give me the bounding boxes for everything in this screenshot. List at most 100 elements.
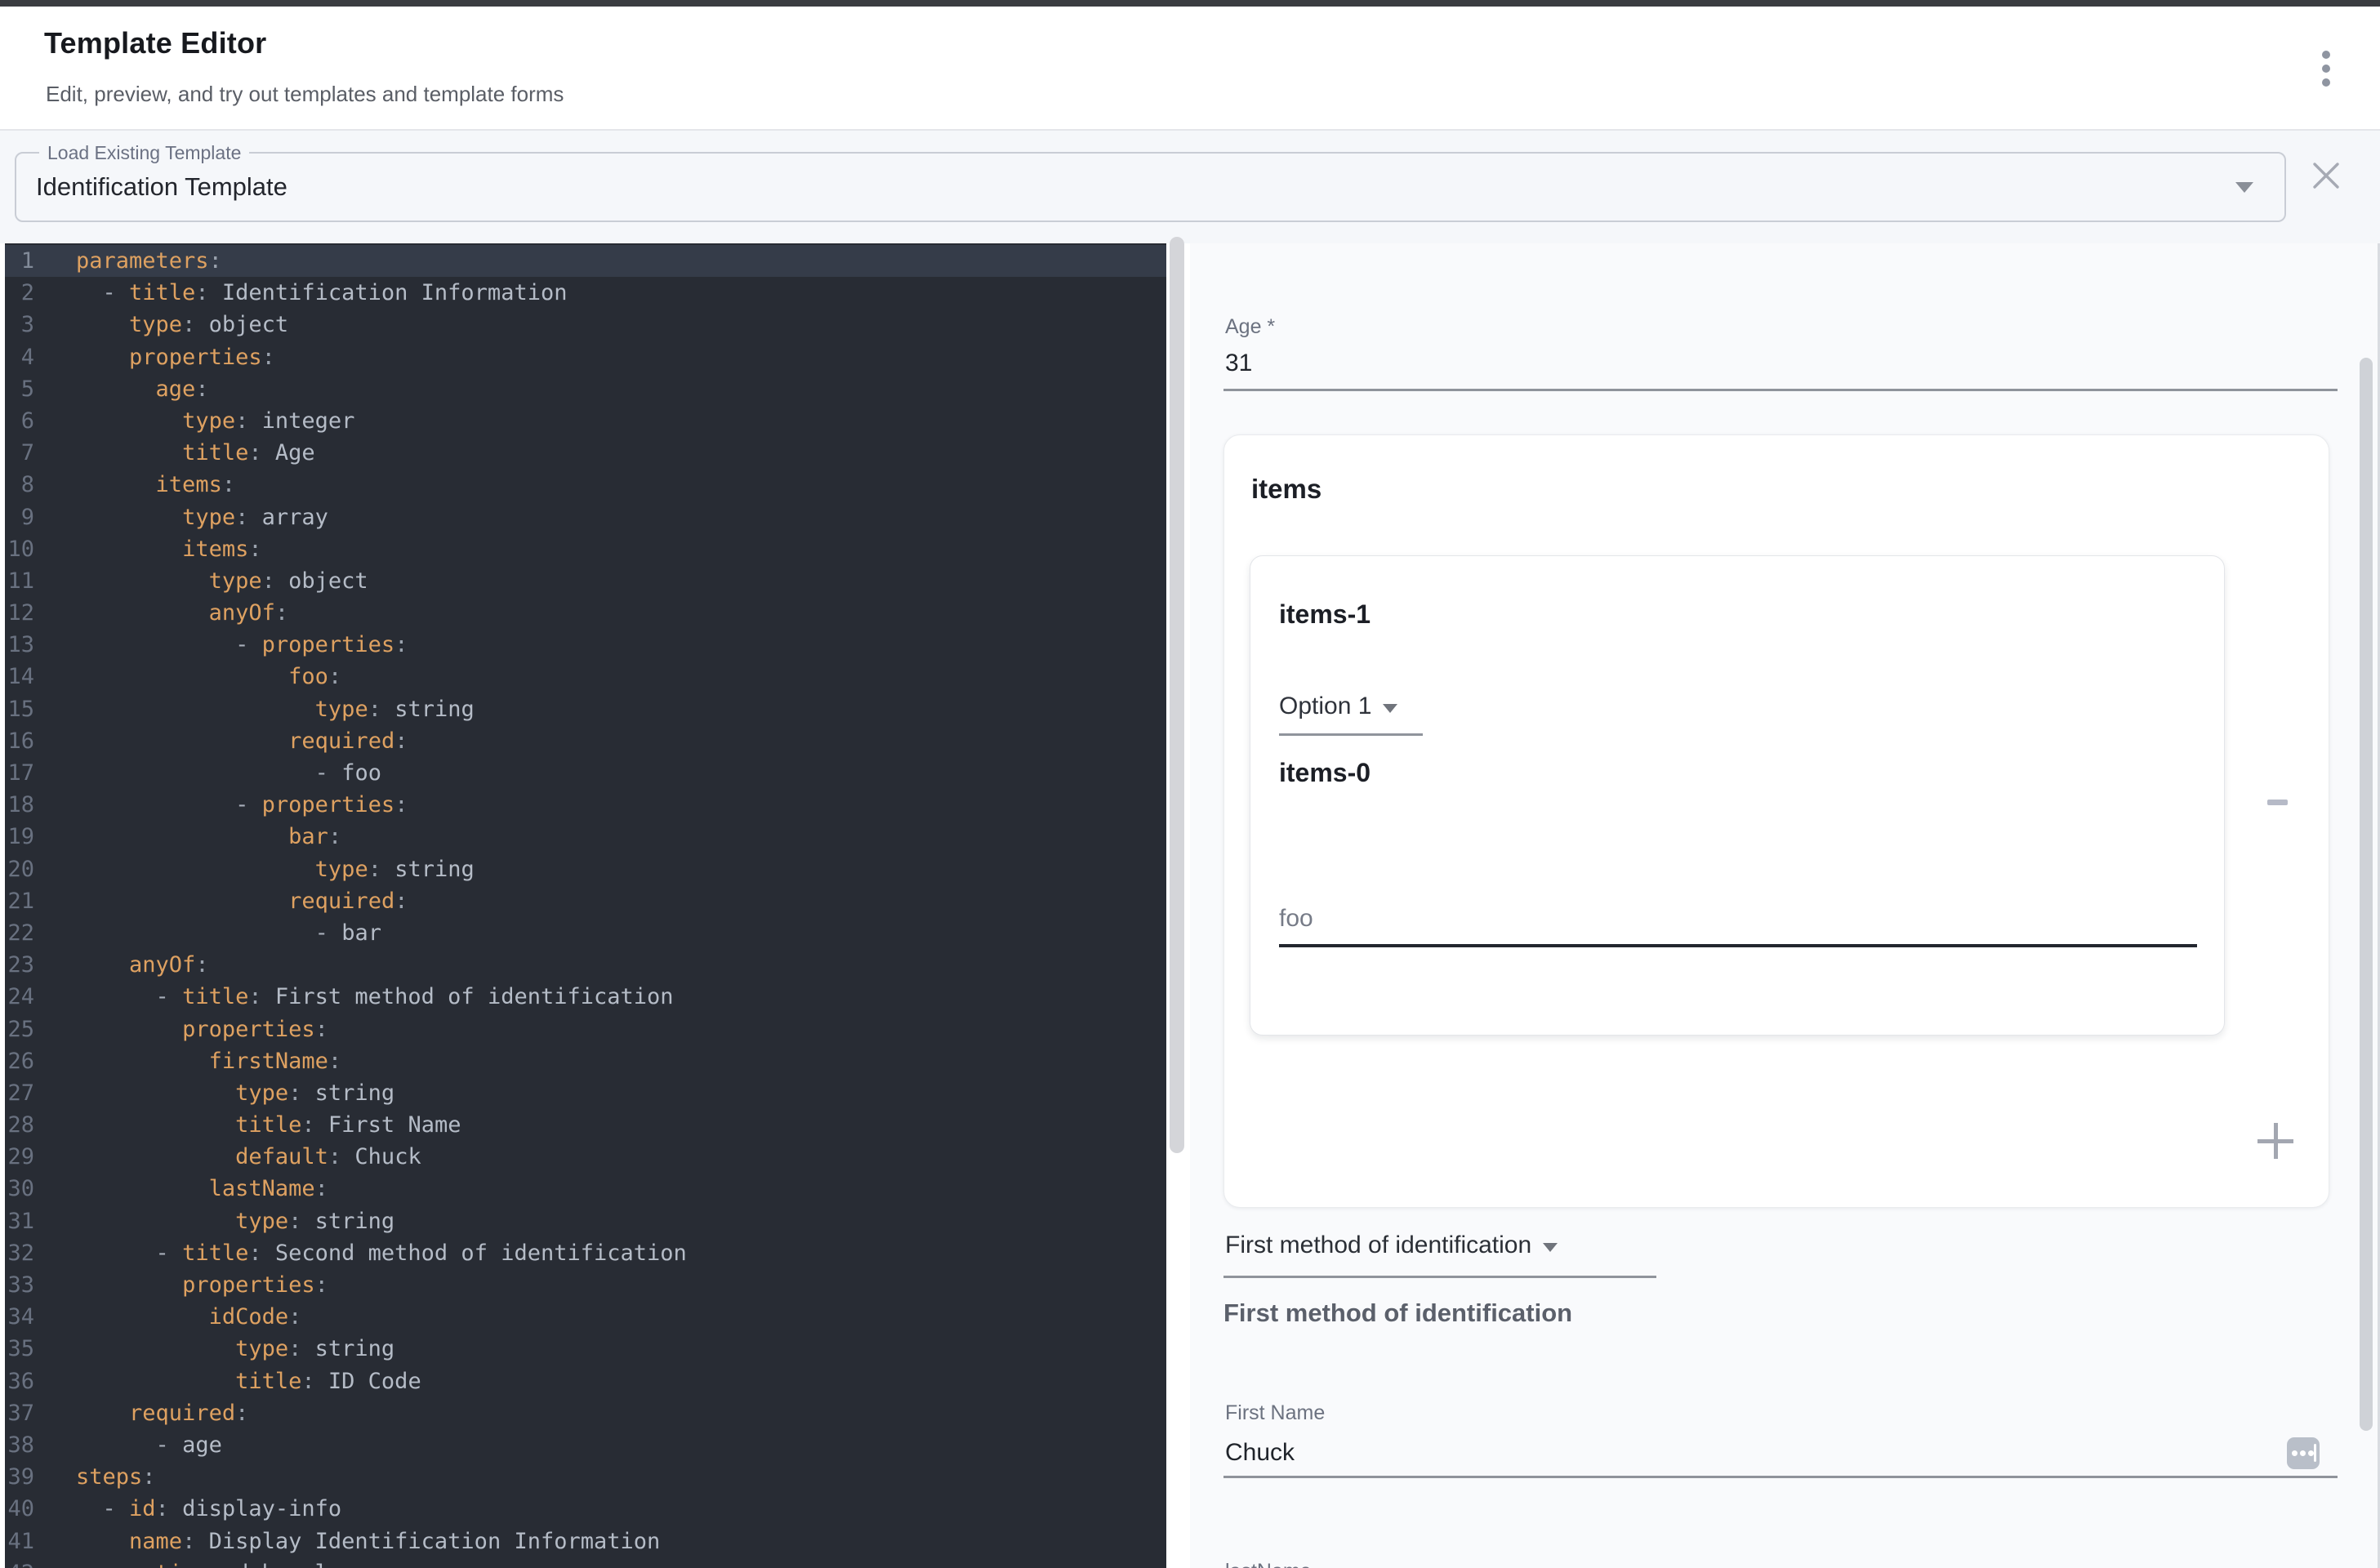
items-entry-card <box>1250 555 2225 1036</box>
code-line-text: - bar <box>51 917 381 949</box>
line-number: 23 <box>5 949 51 981</box>
add-item-button[interactable] <box>2257 1123 2293 1159</box>
code-line[interactable]: 22- bar <box>5 917 1166 949</box>
code-line-text: - title: First method of identification <box>51 981 674 1013</box>
line-number: 19 <box>5 821 51 853</box>
line-number: 18 <box>5 789 51 821</box>
autofill-dot <box>2292 1450 2298 1456</box>
code-line[interactable]: 37required: <box>5 1397 1166 1429</box>
code-line[interactable]: 21required: <box>5 885 1166 917</box>
code-line-text: items: <box>51 469 235 501</box>
line-number: 25 <box>5 1013 51 1045</box>
code-line[interactable]: 13- properties: <box>5 629 1166 661</box>
code-line[interactable]: 29default: Chuck <box>5 1141 1166 1173</box>
line-number: 6 <box>5 405 51 437</box>
code-line[interactable]: 31type: string <box>5 1205 1166 1237</box>
page-title: Template Editor <box>44 26 266 60</box>
kebab-menu-icon[interactable] <box>2305 46 2347 95</box>
code-line[interactable]: 8items: <box>5 469 1166 501</box>
code-line[interactable]: 24- title: First method of identificatio… <box>5 981 1166 1013</box>
close-icon <box>2306 156 2346 195</box>
remove-item-button[interactable] <box>2252 782 2301 825</box>
code-line[interactable]: 15type: string <box>5 693 1166 725</box>
items-entry-title: items-1 <box>1279 599 1371 630</box>
code-line-text: required: <box>51 725 408 757</box>
code-line-text: items: <box>51 533 262 565</box>
line-number: 39 <box>5 1461 51 1493</box>
code-line[interactable]: 7title: Age <box>5 437 1166 469</box>
code-line[interactable]: 34idCode: <box>5 1301 1166 1333</box>
first-name-field-input[interactable]: Chuck <box>1225 1439 1295 1467</box>
code-line[interactable]: 26firstName: <box>5 1045 1166 1077</box>
code-line-text: - properties: <box>51 789 408 821</box>
code-line[interactable]: 9type: array <box>5 501 1166 533</box>
code-line[interactable]: 28title: First Name <box>5 1109 1166 1141</box>
code-line[interactable]: 6type: integer <box>5 405 1166 437</box>
code-line[interactable]: 2- title: Identification Information <box>5 277 1166 309</box>
option-select-underline <box>1279 733 1423 736</box>
code-line-text: anyOf: <box>51 949 209 981</box>
code-line[interactable]: 17- foo <box>5 757 1166 789</box>
code-line[interactable]: 18- properties: <box>5 789 1166 821</box>
code-line[interactable]: 16required: <box>5 725 1166 757</box>
foo-field-input[interactable]: foo <box>1279 905 1313 933</box>
line-number: 15 <box>5 693 51 725</box>
code-line[interactable]: 14foo: <box>5 661 1166 693</box>
code-line[interactable]: 32- title: Second method of identificati… <box>5 1237 1166 1269</box>
template-form-preview: Age * 31 items items-1 Option 1 items-0 … <box>1190 243 2380 1568</box>
code-line-text: - properties: <box>51 629 408 661</box>
code-line[interactable]: 20type: string <box>5 853 1166 885</box>
code-line-text: age: <box>51 373 209 405</box>
code-line[interactable]: 42action: debug:log <box>5 1557 1166 1568</box>
age-field-input[interactable]: 31 <box>1225 350 1252 377</box>
code-line[interactable]: 40- id: display-info <box>5 1493 1166 1525</box>
line-number: 21 <box>5 885 51 917</box>
code-line[interactable]: 25properties: <box>5 1013 1166 1045</box>
code-line[interactable]: 38- age <box>5 1429 1166 1461</box>
editor-scrollbar[interactable] <box>1170 237 1184 1153</box>
line-number: 22 <box>5 917 51 949</box>
clear-template-button[interactable] <box>2306 156 2346 195</box>
code-line-text: properties: <box>51 341 275 373</box>
code-line-text: - id: display-info <box>51 1493 341 1525</box>
code-line[interactable]: 12anyOf: <box>5 597 1166 629</box>
autofill-adornment-icon[interactable] <box>2287 1437 2320 1469</box>
line-number: 24 <box>5 981 51 1013</box>
code-line-text: - age <box>51 1429 222 1461</box>
code-line[interactable]: 27type: string <box>5 1077 1166 1109</box>
load-template-select[interactable]: Load Existing Template Identification Te… <box>15 152 2286 222</box>
items-card-title: items <box>1251 474 1321 505</box>
preview-scrollbar[interactable] <box>2360 358 2373 1431</box>
code-line[interactable]: 10items: <box>5 533 1166 565</box>
identification-method-select-value: First method of identification <box>1225 1232 1531 1258</box>
code-line[interactable]: 41name: Display Identification Informati… <box>5 1526 1166 1557</box>
code-line[interactable]: 4properties: <box>5 341 1166 373</box>
code-line[interactable]: 3type: object <box>5 309 1166 341</box>
kebab-dot <box>2322 78 2330 87</box>
code-line-text: bar: <box>51 821 341 853</box>
code-line-text: action: debug:log <box>51 1557 354 1568</box>
code-line[interactable]: 33properties: <box>5 1269 1166 1301</box>
foo-field-focus-underline <box>1279 944 2197 947</box>
line-number: 35 <box>5 1333 51 1365</box>
code-line[interactable]: 5age: <box>5 373 1166 405</box>
code-line-text: name: Display Identification Information <box>51 1526 660 1557</box>
code-line[interactable]: 1parameters: <box>5 245 1166 277</box>
yaml-code-editor[interactable]: 1parameters:2- title: Identification Inf… <box>5 243 1166 1568</box>
code-line[interactable]: 39steps: <box>5 1461 1166 1493</box>
code-line[interactable]: 11type: object <box>5 565 1166 597</box>
autofill-dot <box>2300 1450 2306 1456</box>
code-line-text: idCode: <box>51 1301 301 1333</box>
template-editor-page: Template Editor Edit, preview, and try o… <box>0 0 2380 1568</box>
code-line[interactable]: 19bar: <box>5 821 1166 853</box>
identification-method-select[interactable]: First method of identification <box>1225 1232 1558 1259</box>
code-line[interactable]: 23anyOf: <box>5 949 1166 981</box>
window-top-strip <box>0 0 2380 7</box>
line-number: 10 <box>5 533 51 565</box>
option-select[interactable]: Option 1 <box>1279 693 1397 720</box>
code-line[interactable]: 36title: ID Code <box>5 1365 1166 1397</box>
line-number: 1 <box>5 245 51 277</box>
code-line-text: lastName: <box>51 1173 328 1205</box>
code-line[interactable]: 35type: string <box>5 1333 1166 1365</box>
code-line[interactable]: 30lastName: <box>5 1173 1166 1205</box>
